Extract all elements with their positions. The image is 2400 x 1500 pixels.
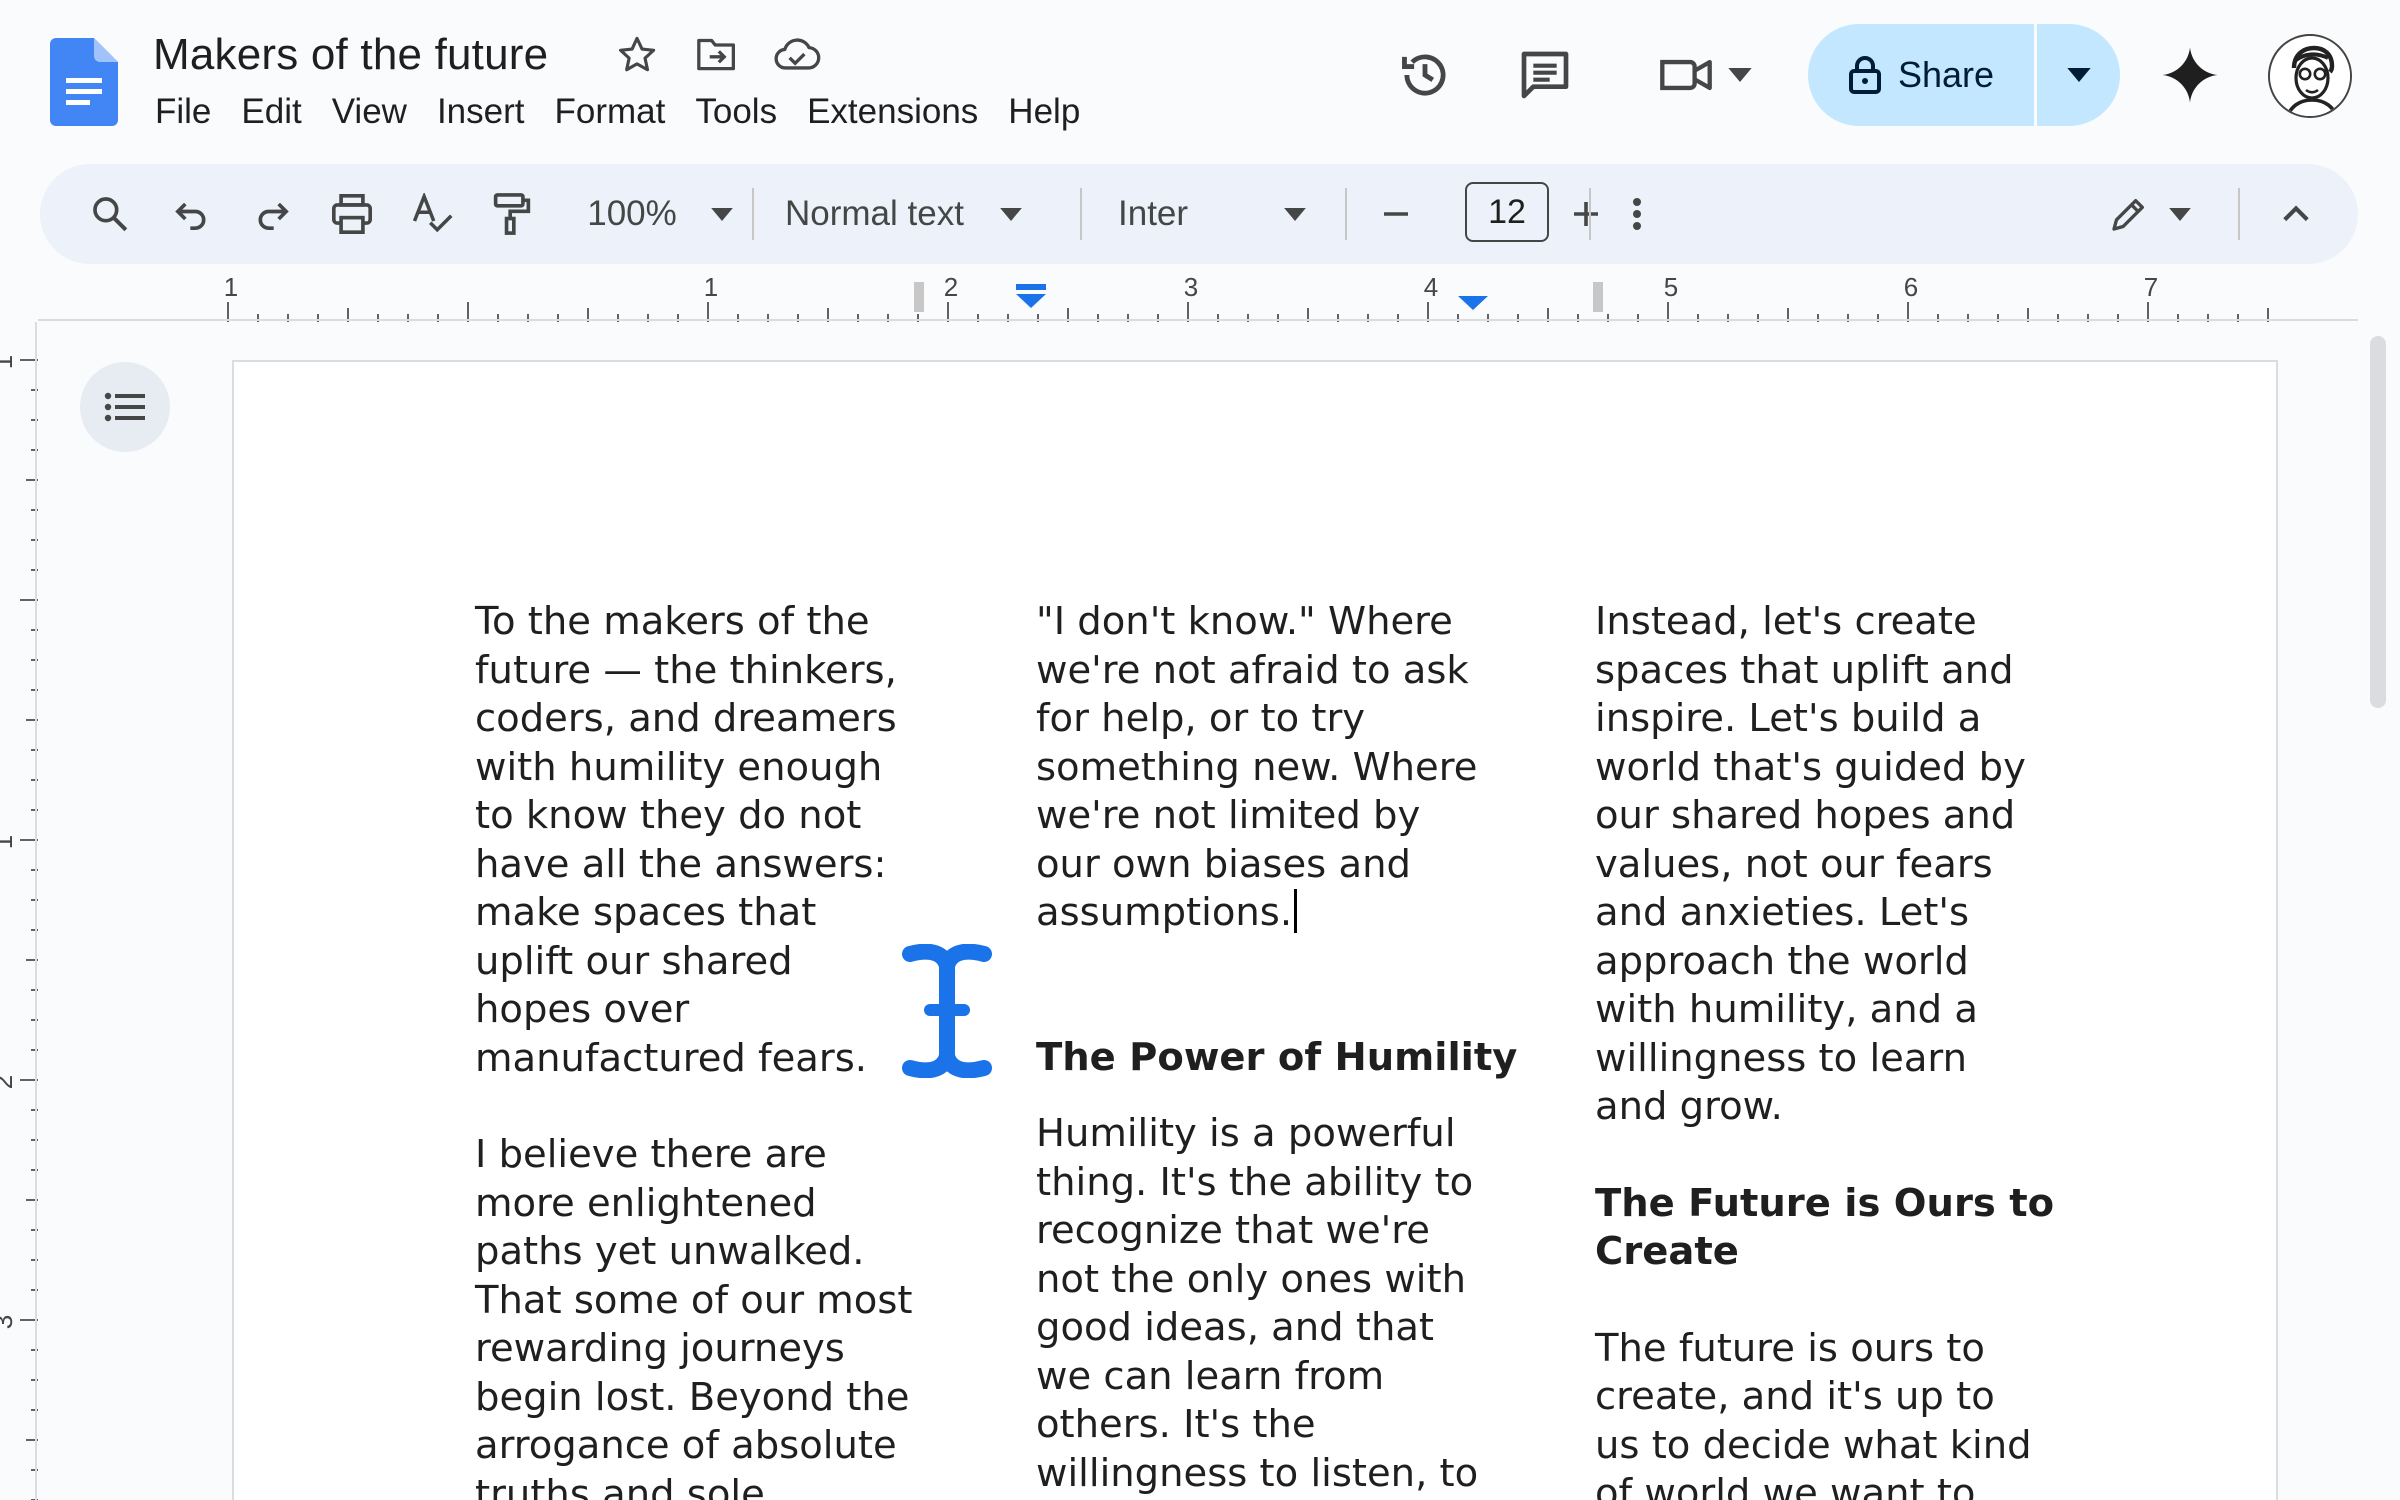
font-value: Inter (1118, 194, 1189, 233)
comments-icon[interactable] (1510, 20, 1580, 130)
print-icon[interactable] (322, 184, 382, 244)
menu-insert[interactable]: Insert (422, 88, 540, 136)
star-icon[interactable] (612, 30, 662, 80)
vertical-scrollbar[interactable] (2370, 336, 2386, 708)
chevron-down-icon (1000, 207, 1022, 221)
toolbar: 100% Normal text Inter 12 (40, 164, 2358, 264)
decrease-font-size-button[interactable] (1366, 184, 1426, 244)
text-cursor (1294, 889, 1298, 933)
spellcheck-icon[interactable] (402, 184, 462, 244)
paragraph-style-value: Normal text (785, 194, 964, 233)
ibeam-cursor-icon (902, 944, 992, 1078)
ruler-label: 2 (0, 1075, 18, 1089)
ruler-label: 2 (944, 272, 958, 302)
editing-mode-icon[interactable] (2080, 184, 2220, 244)
meet-icon[interactable] (1650, 20, 1760, 130)
gemini-icon[interactable] (2150, 20, 2230, 130)
text-column-3[interactable]: Instead, let's create spaces that uplift… (1595, 598, 2095, 1500)
zoom-value: 100% (587, 194, 677, 233)
menu-file[interactable]: File (140, 88, 226, 136)
horizontal-ruler[interactable]: 1 1 2 3 4 5 6 7 (38, 270, 2358, 322)
paragraph-style-select[interactable]: Normal text (785, 184, 1075, 244)
paragraph: To the makers of the future — the thinke… (475, 599, 897, 1081)
share-button[interactable]: Share (1808, 24, 2034, 126)
ruler-label: 1 (224, 272, 238, 302)
ruler-label: 6 (1904, 272, 1918, 302)
chevron-down-icon (1284, 207, 1306, 221)
paragraph: Instead, let's create spaces that uplift… (1595, 599, 2026, 1129)
cloud-saved-icon[interactable] (772, 30, 822, 80)
collapse-toolbar-icon[interactable] (2266, 184, 2326, 244)
chevron-down-icon (2169, 207, 2191, 221)
font-select[interactable]: Inter (1118, 184, 1348, 244)
column-margin-marker[interactable] (1593, 282, 1603, 312)
search-icon[interactable] (80, 184, 140, 244)
text-column-1[interactable]: To the makers of the future — the thinke… (475, 598, 975, 1500)
ruler-label: 3 (1184, 272, 1198, 302)
ruler-label: 1 (704, 272, 718, 302)
plus-icon (1574, 202, 1598, 226)
font-size-input[interactable]: 12 (1465, 182, 1549, 242)
paint-format-icon[interactable] (482, 184, 542, 244)
chevron-down-icon (2066, 68, 2091, 82)
lock-icon (1848, 56, 1881, 94)
section-heading: The Power of Humility (1036, 1034, 1518, 1080)
version-history-icon[interactable] (1390, 20, 1460, 130)
ruler-label: 1 (0, 355, 18, 369)
document-outline-button[interactable] (80, 362, 170, 452)
ruler-label: 3 (0, 1315, 18, 1329)
left-indent-marker[interactable] (1016, 294, 1046, 308)
chevron-down-icon (710, 207, 733, 221)
ruler-label: 4 (1424, 272, 1438, 302)
docs-logo-icon[interactable] (50, 38, 118, 126)
menu-tools[interactable]: Tools (680, 88, 792, 136)
column-margin-marker[interactable] (914, 282, 924, 312)
ruler-label: 5 (1664, 272, 1678, 302)
paragraph: I believe there are more enlightened pat… (475, 1132, 913, 1500)
share-label: Share (1897, 54, 1995, 95)
text-column-2[interactable]: "I don't know." Where we're not afraid t… (1036, 598, 1536, 1498)
outline-list-icon (104, 392, 145, 422)
redo-icon[interactable] (242, 184, 302, 244)
ruler-label: 1 (0, 835, 18, 849)
right-indent-marker[interactable] (1458, 296, 1488, 310)
menu-format[interactable]: Format (540, 88, 681, 136)
first-line-indent-marker[interactable] (1016, 284, 1046, 290)
paragraph-text: "I don't know." Where we're not afraid t… (1036, 599, 1478, 935)
more-options-icon[interactable] (1612, 184, 1662, 244)
zoom-select[interactable]: 100% (570, 184, 750, 244)
menu-view[interactable]: View (317, 88, 422, 136)
menu-help[interactable]: Help (993, 88, 1095, 136)
menu-bar: File Edit View Insert Format Tools Exten… (140, 88, 1095, 136)
minus-icon (1384, 212, 1408, 216)
menu-extensions[interactable]: Extensions (792, 88, 993, 136)
user-avatar[interactable] (2268, 34, 2352, 118)
paragraph: "I don't know." Where we're not afraid t… (1036, 598, 1536, 938)
share-button-group: Share (1808, 24, 2120, 126)
ruler-label: 7 (2144, 272, 2158, 302)
vertical-ruler[interactable]: 1 1 2 3 (0, 322, 38, 1500)
paragraph: Humility is a powerful thing. It's the a… (1036, 1111, 1479, 1496)
share-dropdown-button[interactable] (2037, 24, 2120, 126)
section-heading: The Future is Ours to Create (1595, 1180, 2055, 1275)
paragraph: The future is ours to create, and it's u… (1595, 1325, 2032, 1500)
document-title[interactable]: Makers of the future (153, 30, 548, 80)
increase-font-size-button[interactable] (1556, 184, 1616, 244)
menu-edit[interactable]: Edit (226, 88, 316, 136)
move-to-folder-icon[interactable] (692, 30, 742, 80)
undo-icon[interactable] (162, 184, 222, 244)
